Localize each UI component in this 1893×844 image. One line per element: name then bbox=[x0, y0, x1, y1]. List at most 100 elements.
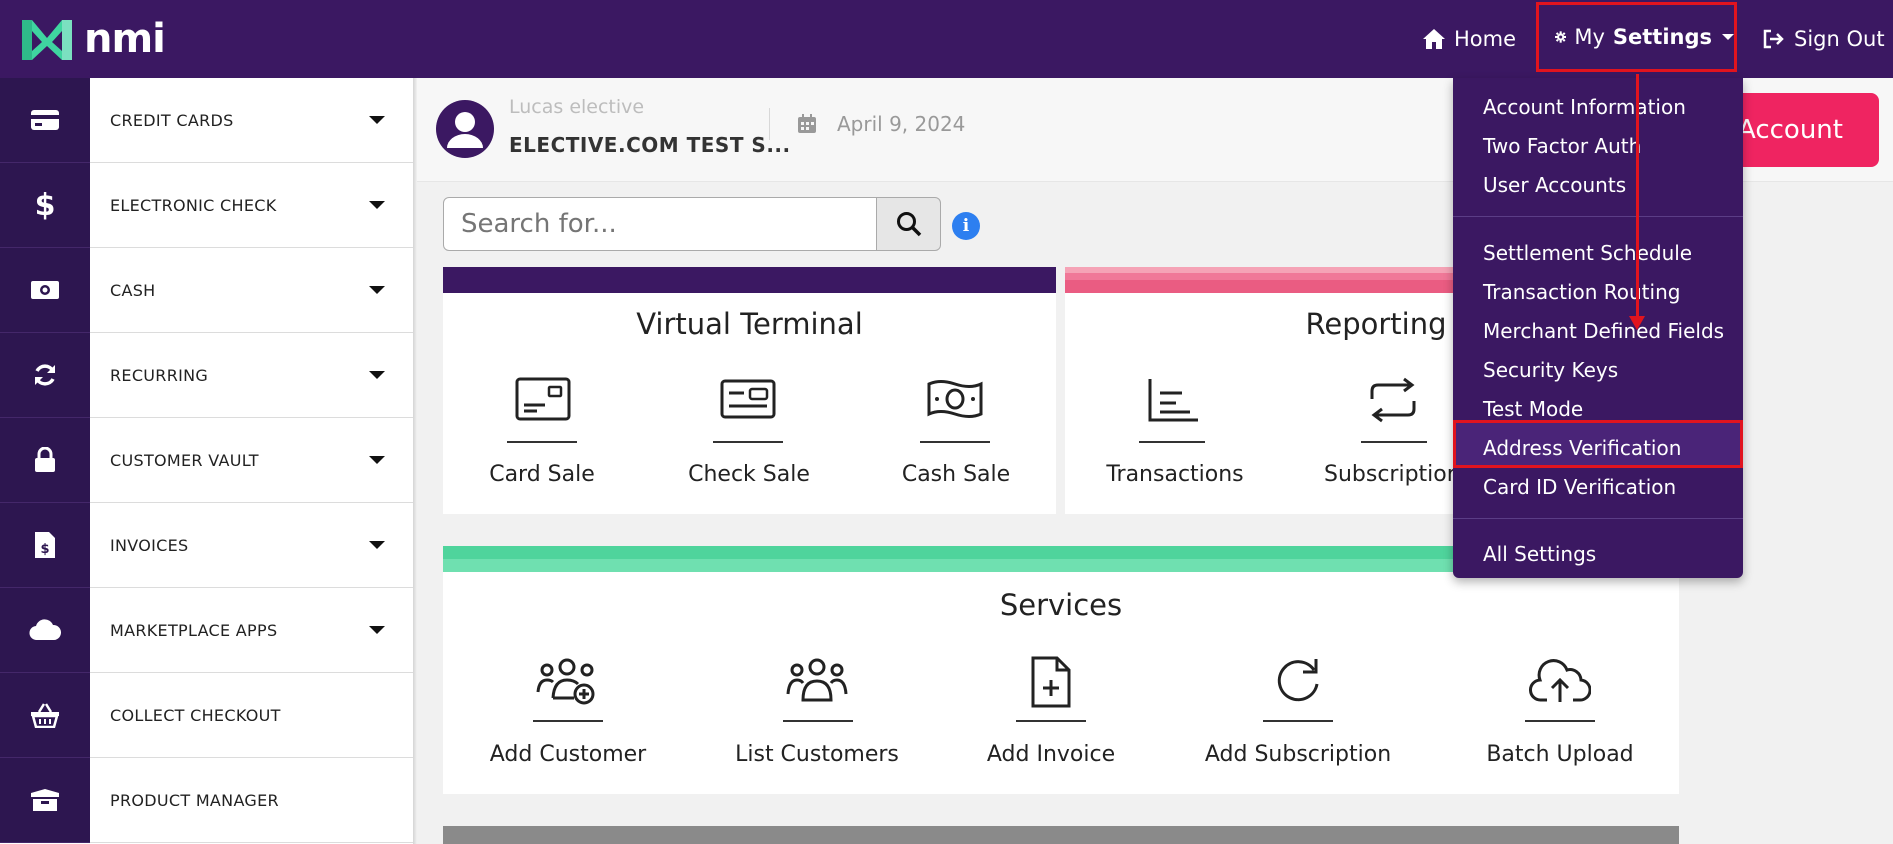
tile-underline bbox=[507, 441, 577, 443]
annotation-arrow-line bbox=[1636, 74, 1639, 319]
caret-down-icon[interactable] bbox=[369, 286, 385, 294]
menu-item-user-accounts[interactable]: User Accounts bbox=[1483, 173, 1626, 197]
avatar[interactable] bbox=[436, 100, 494, 158]
sidebar-item-cash[interactable]: CASH bbox=[0, 248, 413, 333]
menu-item-transaction-routing[interactable]: Transaction Routing bbox=[1483, 280, 1680, 304]
tile-card-sale[interactable]: Card Sale bbox=[443, 462, 641, 487]
sidebar-item-label: PRODUCT MANAGER bbox=[110, 791, 279, 810]
sidebar-item-invoices[interactable]: $ INVOICES bbox=[0, 503, 413, 588]
my-settings-button[interactable]: My Settings bbox=[1536, 2, 1737, 72]
user-name: Lucas elective bbox=[509, 96, 645, 118]
refresh-icon bbox=[0, 333, 90, 418]
sidebar-item-label: CREDIT CARDS bbox=[110, 111, 234, 130]
header-divider bbox=[769, 108, 770, 140]
top-navbar: nmi Home My Settings Sign Out bbox=[0, 0, 1893, 78]
services-card: Services Add Customer List Customers Add… bbox=[443, 546, 1679, 794]
tile-underline bbox=[1139, 441, 1205, 443]
tile-list-customers[interactable]: List Customers bbox=[717, 742, 917, 767]
caret-down-icon[interactable] bbox=[369, 116, 385, 124]
tile-batch-upload[interactable]: Batch Upload bbox=[1460, 742, 1660, 767]
menu-item-account-information[interactable]: Account Information bbox=[1483, 95, 1686, 119]
caret-down-icon[interactable] bbox=[369, 626, 385, 634]
menu-item-all-settings[interactable]: All Settings bbox=[1483, 542, 1596, 566]
home-label: Home bbox=[1454, 27, 1517, 51]
sidebar-item-label: CUSTOMER VAULT bbox=[110, 451, 259, 470]
tile-underline bbox=[783, 720, 853, 722]
home-icon bbox=[1423, 29, 1445, 49]
cash-icon bbox=[0, 248, 90, 333]
sidebar-item-product-manager[interactable]: PRODUCT MANAGER bbox=[0, 758, 413, 843]
sidebar-item-collect-checkout[interactable]: COLLECT CHECKOUT bbox=[0, 673, 413, 758]
tile-transactions[interactable]: Transactions bbox=[1075, 462, 1275, 487]
menu-item-security-keys[interactable]: Security Keys bbox=[1483, 358, 1618, 382]
card-color-bar bbox=[443, 267, 1056, 293]
sign-out-link[interactable]: Sign Out bbox=[1762, 0, 1885, 78]
chart-icon bbox=[1143, 377, 1203, 423]
sidebar: CREDIT CARDS $ ELECTRONIC CHECK CASH REC… bbox=[0, 78, 413, 844]
caret-down-icon[interactable] bbox=[369, 456, 385, 464]
tile-subscriptions[interactable]: Subscriptions bbox=[1324, 462, 1472, 487]
next-card-bar bbox=[443, 826, 1679, 844]
sidebar-item-label: CASH bbox=[110, 281, 156, 300]
dollar-icon: $ bbox=[0, 163, 90, 248]
search-input[interactable] bbox=[443, 197, 877, 251]
invoice-icon: $ bbox=[0, 503, 90, 588]
menu-item-test-mode[interactable]: Test Mode bbox=[1483, 397, 1583, 421]
menu-item-card-id-verification[interactable]: Card ID Verification bbox=[1483, 475, 1676, 499]
cloud-icon bbox=[0, 588, 90, 673]
add-invoice-icon bbox=[1029, 656, 1073, 708]
refresh-icon bbox=[1273, 656, 1323, 706]
caret-down-icon[interactable] bbox=[369, 201, 385, 209]
sidebar-item-credit-cards[interactable]: CREDIT CARDS bbox=[0, 78, 413, 163]
tile-cash-sale[interactable]: Cash Sale bbox=[857, 462, 1055, 487]
menu-item-merchant-defined-fields[interactable]: Merchant Defined Fields bbox=[1483, 319, 1724, 343]
search-button[interactable] bbox=[876, 197, 941, 251]
tile-underline bbox=[1525, 720, 1595, 722]
info-icon[interactable]: i bbox=[952, 212, 980, 240]
tile-check-sale[interactable]: Check Sale bbox=[649, 462, 849, 487]
gear-icon bbox=[1555, 31, 1567, 43]
my-settings-label-my: My bbox=[1574, 25, 1605, 49]
current-date: April 9, 2024 bbox=[837, 112, 966, 136]
sidebar-item-customer-vault[interactable]: CUSTOMER VAULT bbox=[0, 418, 413, 503]
caret-down-icon[interactable] bbox=[369, 371, 385, 379]
tile-underline bbox=[1361, 441, 1427, 443]
list-customers-icon bbox=[785, 656, 849, 708]
tile-add-customer[interactable]: Add Customer bbox=[468, 742, 668, 767]
chevron-down-icon bbox=[1722, 34, 1734, 40]
card-color-bar bbox=[1065, 267, 1453, 293]
sidebar-item-electronic-check[interactable]: $ ELECTRONIC CHECK bbox=[0, 163, 413, 248]
caret-down-icon[interactable] bbox=[369, 541, 385, 549]
logo-text: nmi bbox=[84, 16, 166, 62]
sidebar-item-marketplace-apps[interactable]: MARKETPLACE APPS bbox=[0, 588, 413, 673]
tile-add-subscription[interactable]: Add Subscription bbox=[1178, 742, 1418, 767]
sidebar-item-label: INVOICES bbox=[110, 536, 189, 555]
repeat-icon bbox=[1365, 377, 1421, 423]
merchant-name: ELECTIVE.COM TEST S... bbox=[509, 133, 791, 157]
user-icon bbox=[447, 112, 483, 148]
credit-card-icon bbox=[0, 78, 90, 163]
menu-item-settlement-schedule[interactable]: Settlement Schedule bbox=[1483, 241, 1692, 265]
credit-card-icon bbox=[513, 377, 573, 421]
search-icon bbox=[896, 212, 921, 237]
virtual-terminal-card: Virtual Terminal Card Sale Check Sale Ca… bbox=[443, 267, 1056, 514]
account-button-label: Account bbox=[1738, 115, 1843, 145]
menu-item-two-factor-auth[interactable]: Two Factor Auth bbox=[1483, 134, 1641, 158]
sidebar-item-label: RECURRING bbox=[110, 366, 209, 385]
sidebar-item-recurring[interactable]: RECURRING bbox=[0, 333, 413, 418]
nmi-logo-icon bbox=[22, 20, 72, 60]
lock-icon bbox=[0, 418, 90, 503]
home-link[interactable]: Home bbox=[1422, 0, 1516, 78]
nmi-logo[interactable]: nmi bbox=[18, 14, 166, 64]
my-settings-label-settings: Settings bbox=[1612, 25, 1712, 49]
card-title: Services bbox=[999, 588, 1123, 622]
menu-item-address-verification[interactable]: Address Verification bbox=[1483, 436, 1681, 460]
cloud-upload-icon bbox=[1528, 658, 1592, 704]
svg-text:$: $ bbox=[40, 542, 49, 557]
sign-out-icon bbox=[1763, 29, 1784, 49]
tile-underline bbox=[1016, 720, 1086, 722]
sidebar-item-label: COLLECT CHECKOUT bbox=[110, 706, 281, 725]
tile-add-invoice[interactable]: Add Invoice bbox=[951, 742, 1151, 767]
basket-icon bbox=[0, 673, 90, 758]
settings-dropdown-menu: Account Information Two Factor Auth User… bbox=[1453, 78, 1743, 578]
